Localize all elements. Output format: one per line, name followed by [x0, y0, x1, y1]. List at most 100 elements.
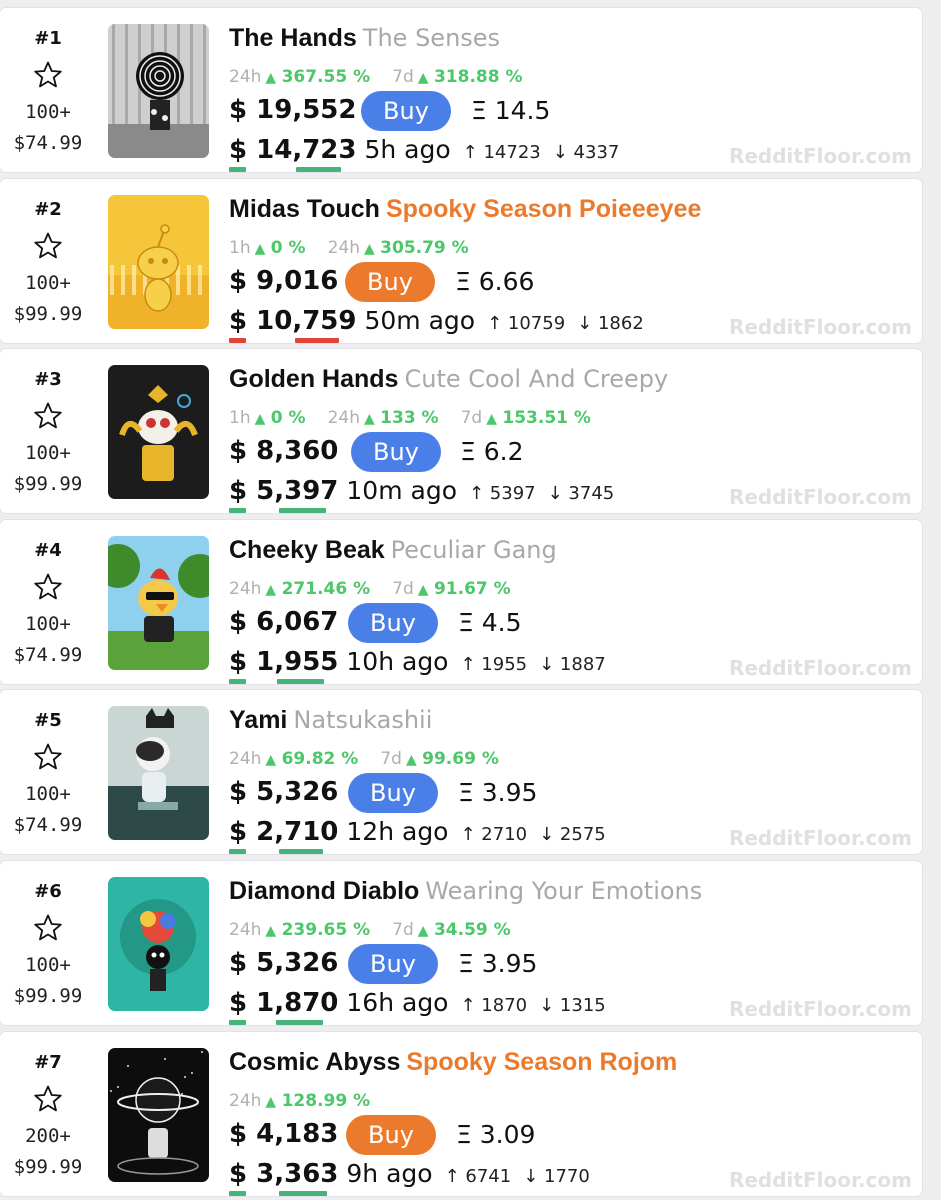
buy-button[interactable]: Buy [348, 944, 438, 984]
nft-thumbnail[interactable] [108, 365, 209, 499]
nft-name[interactable]: Yami [229, 706, 287, 734]
last-sale-price[interactable]: $ 10,759 [229, 306, 356, 343]
price-changes: 1h ▲ 0 % 24h ▲ 305.79 % [229, 238, 491, 258]
watermark: RedditFloor.com [728, 144, 912, 168]
eth-price: Ξ 4.5 [458, 608, 522, 637]
collection-name[interactable]: Natsukashii [293, 706, 432, 734]
last-sale-price[interactable]: $ 3,363 [229, 1159, 338, 1196]
collection-name[interactable]: The Senses [363, 24, 500, 52]
change-percent: 99.69 % [422, 749, 499, 769]
last-sale-price[interactable]: $ 1,870 [229, 988, 339, 1025]
star-icon[interactable] [33, 401, 63, 431]
price-change: 24h ▲ 128.99 % [229, 1091, 370, 1111]
listing-card[interactable]: #2 100+ $99.99 Midas Touch Spooky Season Poi… [0, 179, 922, 343]
triangle-up-icon: ▲ [486, 411, 497, 427]
change-percent: 133 % [380, 408, 439, 428]
last-sale-price[interactable]: $ 5,397 [229, 476, 338, 513]
supply-count: 100+ [25, 954, 71, 976]
price-underline [295, 338, 339, 343]
nft-thumbnail[interactable] [108, 24, 209, 158]
last-sale-price[interactable]: $ 2,710 [229, 817, 338, 854]
last-sale-text: $ 1,870 [229, 988, 339, 1018]
listing-card[interactable]: #3 100+ $99.99 Golden Hands Cute Cool And Cr… [0, 349, 922, 513]
star-icon[interactable] [33, 572, 63, 602]
eth-price: Ξ 3.95 [458, 949, 538, 978]
triangle-up-icon: ▲ [265, 752, 277, 768]
arrow-up-icon-count: ↑ 10759 [487, 313, 566, 334]
supply-count: 100+ [25, 272, 71, 294]
price-change: 7d ▲ 153.51 % [461, 408, 591, 428]
sale-time-ago: 12h ago [346, 817, 449, 846]
collection-name[interactable]: Cute Cool And Creepy [404, 365, 668, 393]
listing-card[interactable]: #1 100+ $74.99 The Hands The Senses 24h ▲ 367.… [0, 8, 922, 172]
nft-thumbnail[interactable] [108, 1048, 209, 1182]
arrow-up-icon-count: ↑ 1870 [460, 995, 528, 1016]
nft-name[interactable]: Diamond Diablo [229, 877, 419, 905]
buy-button[interactable]: Buy [348, 773, 438, 813]
listing-card[interactable]: #4 100+ $74.99 Cheeky Beak Peculiar Gang 24h ▲… [0, 520, 922, 684]
nft-name[interactable]: The Hands [229, 24, 357, 52]
nft-name[interactable]: Cheeky Beak [229, 536, 385, 564]
last-sale-price[interactable]: $ 1,955 [229, 647, 338, 684]
nft-thumbnail[interactable] [108, 536, 209, 670]
title-line: Golden Hands Cute Cool And Creepy [229, 365, 668, 394]
watermark: RedditFloor.com [728, 826, 912, 850]
buy-button[interactable]: Buy [345, 262, 435, 302]
rank-label: #4 [34, 540, 62, 561]
price-underline [229, 338, 246, 343]
collection-name[interactable]: Peculiar Gang [391, 536, 557, 564]
triangle-up-icon: ▲ [265, 582, 277, 598]
price-underline [229, 508, 246, 513]
triangle-up-icon: ▲ [265, 923, 277, 939]
nft-art-image [108, 536, 209, 670]
price-underline [279, 1191, 327, 1196]
listing-card[interactable]: #7 200+ $99.99 Cosmic Abyss Spooky Season Ro… [0, 1032, 922, 1196]
nft-name[interactable]: Midas Touch [229, 195, 380, 223]
price-changes: 24h ▲ 271.46 % 7d ▲ 91.67 % [229, 579, 533, 599]
mint-price: $99.99 [13, 303, 83, 325]
buy-button[interactable]: Buy [346, 1115, 436, 1155]
change-period: 7d [392, 579, 414, 599]
triangle-up-icon: ▲ [363, 241, 375, 257]
volume-usd: $ 8,360 [229, 436, 339, 466]
star-icon[interactable] [33, 742, 63, 772]
star-icon[interactable] [33, 913, 63, 943]
collection-name[interactable]: Wearing Your Emotions [425, 877, 702, 905]
last-sale-price[interactable]: $ 14,723 [229, 135, 356, 172]
watermark: RedditFloor.com [728, 315, 912, 339]
arrow-down-icon-count: ↓ 1862 [577, 313, 644, 334]
sale-info: $ 14,723 5h ago ↑ 14723 ↓ 4337 [229, 135, 620, 172]
nft-name[interactable]: Cosmic Abyss [229, 1048, 400, 1076]
collection-name[interactable]: Spooky Season Rojom [406, 1048, 677, 1076]
nft-thumbnail[interactable] [108, 195, 209, 329]
listing-card[interactable]: #6 100+ $99.99 Diamond Diablo Wearing Your E… [0, 861, 922, 1025]
nft-name[interactable]: Golden Hands [229, 365, 398, 393]
arrow-down-icon-count: ↓ 4337 [552, 142, 620, 163]
nft-thumbnail[interactable] [108, 706, 209, 840]
sale-time-ago: 9h ago [346, 1159, 433, 1188]
price-changes: 24h ▲ 367.55 % 7d ▲ 318.88 % [229, 67, 545, 87]
nft-art-image [108, 1048, 209, 1182]
triangle-up-icon: ▲ [265, 70, 277, 86]
collection-name[interactable]: Spooky Season Poieeeyee [386, 195, 701, 223]
change-percent: 153.51 % [502, 408, 591, 428]
buy-button[interactable]: Buy [351, 432, 441, 472]
price-change: 7d ▲ 99.69 % [380, 749, 499, 769]
change-period: 24h [327, 238, 360, 258]
mint-price: $99.99 [13, 985, 83, 1007]
buy-button[interactable]: Buy [348, 603, 438, 643]
star-icon[interactable] [33, 231, 63, 261]
star-icon[interactable] [33, 1084, 63, 1114]
eth-price: Ξ 6.66 [455, 267, 535, 296]
change-percent: 34.59 % [433, 920, 511, 940]
price-underline [279, 508, 326, 513]
price-change: 24h ▲ 367.55 % [229, 67, 370, 87]
star-icon[interactable] [33, 60, 63, 90]
nft-thumbnail[interactable] [108, 877, 209, 1011]
change-period: 24h [229, 1091, 262, 1111]
buy-button[interactable]: Buy [361, 91, 451, 131]
rank-label: #6 [34, 881, 62, 902]
price-change: 24h ▲ 133 % [328, 408, 439, 428]
sale-time-ago: 5h ago [364, 135, 451, 164]
listing-card[interactable]: #5 100+ $74.99 Yami Natsukashii 24h ▲ 69.82 % 7… [0, 690, 922, 854]
